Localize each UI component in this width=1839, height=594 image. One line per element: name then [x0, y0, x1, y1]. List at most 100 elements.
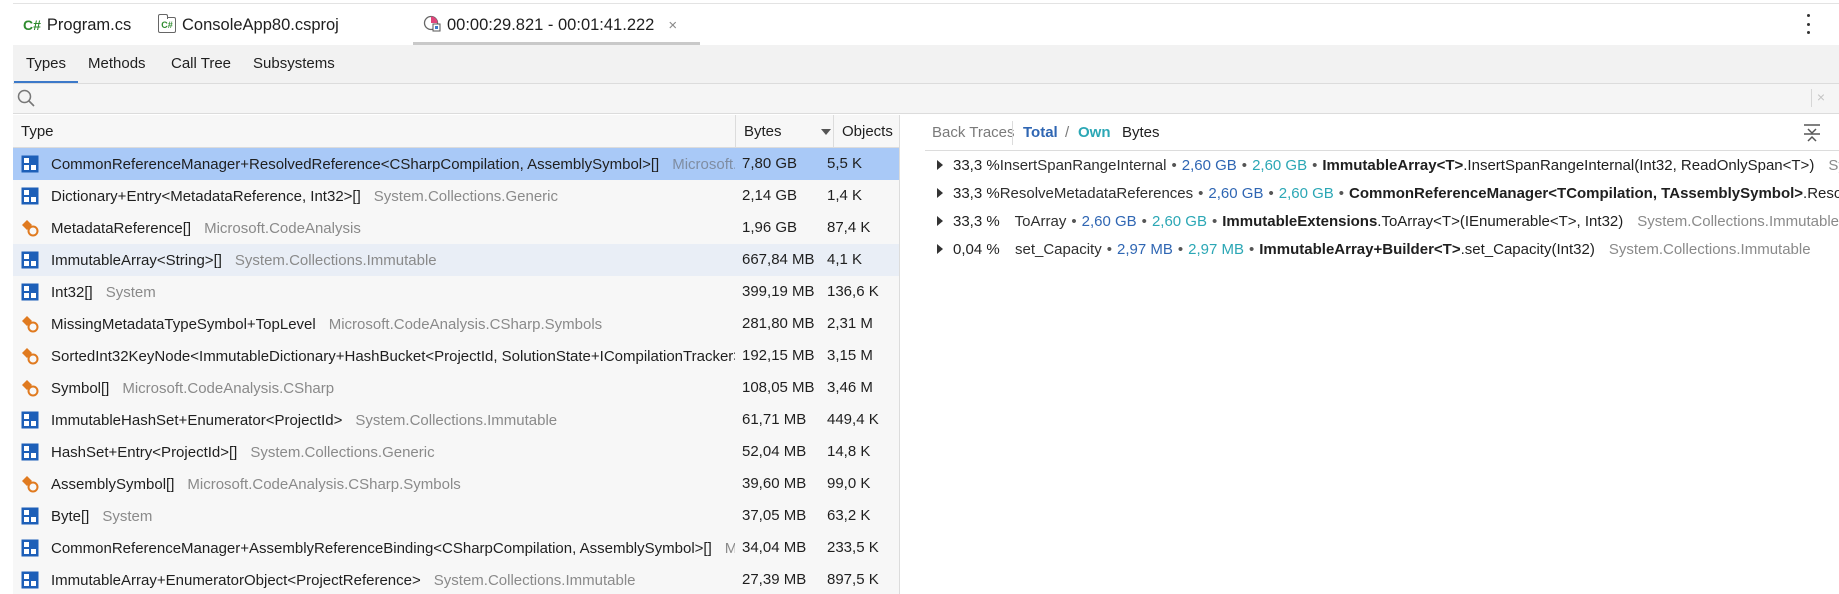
trace-class: ImmutableArray<T>: [1322, 156, 1464, 174]
table-row[interactable]: ImmutableArray+EnumeratorObject<ProjectR…: [13, 564, 899, 594]
type-namespace: System.Collections.Generic: [373, 187, 558, 205]
expand-arrow-icon[interactable]: [937, 188, 943, 198]
class-icon: [21, 411, 39, 429]
bytes-cell: 52,04 MB: [742, 443, 807, 460]
objects-cell: 14,8 K: [827, 443, 871, 460]
trace-class: ImmutableArray+Builder<T>: [1259, 240, 1461, 258]
expand-arrow-icon[interactable]: [937, 244, 943, 254]
tab-methods[interactable]: Methods: [88, 45, 146, 83]
bytes-cell: 34,04 MB: [742, 539, 807, 556]
class-icon: [21, 283, 39, 301]
type-cell: ImmutableHashSet+Enumerator<ProjectId> Sy…: [13, 404, 735, 436]
table-row[interactable]: CommonReferenceManager+AssemblyReference…: [13, 532, 899, 564]
back-trace-row[interactable]: 33,3 % ToArray • 2,60 GB • 2,60 GB • ImmutableE…: [925, 207, 1839, 235]
type-namespace: System: [102, 507, 153, 525]
bytes-cell: 192,15 MB: [742, 347, 815, 364]
search-input[interactable]: [43, 86, 1803, 112]
trace-total: 2,60 GB: [1181, 156, 1237, 174]
tab-call-tree[interactable]: Call Tree: [171, 45, 231, 83]
type-namespace: Microsoft.CodeAnalysis.CSharp.Symbols: [187, 475, 461, 493]
column-header-objects[interactable]: Objects: [833, 115, 899, 148]
objects-cell: 136,6 K: [827, 283, 879, 300]
table-row[interactable]: CommonReferenceManager+ResolvedReference…: [13, 148, 899, 180]
tab-types[interactable]: Types: [13, 45, 79, 83]
bytes-cell: 281,80 MB: [742, 315, 815, 332]
type-name: ImmutableArray+EnumeratorObject<ProjectR…: [51, 571, 421, 589]
table-row[interactable]: AssemblySymbol[] Microsoft.CodeAnalysis.C…: [13, 468, 899, 500]
bytes-cell: 39,60 MB: [742, 475, 807, 492]
type-name: AssemblySymbol[]: [51, 475, 175, 493]
table-row[interactable]: ImmutableHashSet+Enumerator<ProjectId> Sy…: [13, 404, 899, 436]
type-cell: ImmutableArray<String>[] System.Collectio…: [13, 244, 735, 276]
file-tab-snapshot[interactable]: 00:00:29.821 - 00:01:41.222 ×: [423, 4, 677, 46]
table-header: Type Bytes Objects: [13, 115, 899, 148]
type-name: ImmutableHashSet+Enumerator<ProjectId>: [51, 411, 343, 429]
more-options-icon[interactable]: [1805, 14, 1811, 34]
view-tab-bar: Types Methods Call Tree Subsystems: [13, 45, 1839, 83]
type-name: ImmutableArray<String>[]: [51, 251, 222, 269]
type-name: MissingMetadataTypeSymbol+TopLevel: [51, 315, 316, 333]
back-trace-row[interactable]: 33,3 % ResolveMetadataReferences • 2,60 GB •…: [925, 179, 1839, 207]
table-row[interactable]: Int32[] System 399,19 MB 136,6 K: [13, 276, 899, 308]
type-namespace: System.Collections.Immutable: [433, 571, 636, 589]
class-icon: [21, 155, 39, 173]
type-namespace: Microsoft.CodeAnalysis.CSharp: [122, 379, 335, 397]
type-namespace: System: [105, 283, 156, 301]
tab-subsystems[interactable]: Subsystems: [253, 45, 335, 83]
type-namespace: Microsoft.CodeAnalysis: [672, 155, 735, 173]
trace-own: 2,60 GB: [1252, 156, 1308, 174]
table-row[interactable]: Byte[] System 37,05 MB 63,2 K: [13, 500, 899, 532]
back-traces-label[interactable]: Back Traces: [932, 115, 1015, 151]
bytes-unit-selector[interactable]: Bytes: [1122, 115, 1160, 151]
type-namespace: System.Collections.Immutable: [234, 251, 437, 269]
separator-dot: •: [1141, 212, 1147, 230]
total-toggle[interactable]: Total: [1023, 115, 1058, 151]
table-row[interactable]: ImmutableArray<String>[] System.Collectio…: [13, 244, 899, 276]
search-icon: [17, 89, 35, 107]
separator-dot: •: [1249, 240, 1255, 258]
clear-search-icon[interactable]: ×: [1810, 89, 1825, 107]
back-trace-row[interactable]: 33,3 % InsertSpanRangeInternal • 2,60 GB • 2,…: [925, 151, 1839, 179]
collapse-all-icon[interactable]: [1803, 123, 1821, 143]
back-trace-row[interactable]: 0,04 % set_Capacity • 2,97 MB • 2,97 MB • Immut…: [925, 235, 1839, 263]
type-cell: Symbol[] Microsoft.CodeAnalysis.CSharp: [13, 372, 735, 404]
close-icon[interactable]: ×: [668, 17, 677, 34]
type-name: Dictionary+Entry<MetadataReference, Int3…: [51, 187, 361, 205]
types-table: Type Bytes Objects CommonReferenceManage…: [13, 115, 900, 594]
trace-percent: 0,04 %: [953, 240, 1000, 258]
bytes-cell: 61,71 MB: [742, 411, 807, 428]
column-header-bytes[interactable]: Bytes: [735, 115, 833, 148]
bytes-cell: 27,39 MB: [742, 571, 807, 588]
own-toggle[interactable]: Own: [1078, 115, 1111, 151]
abstract-class-icon: [21, 219, 39, 237]
table-row[interactable]: MetadataReference[] Microsoft.CodeAnalysi…: [13, 212, 899, 244]
separator-dot: •: [1106, 240, 1112, 258]
trace-own: 2,60 GB: [1278, 184, 1334, 202]
file-tab-csproj[interactable]: C# ConsoleApp80.csproj: [158, 4, 339, 46]
expand-arrow-icon[interactable]: [937, 160, 943, 170]
file-tab-program-cs[interactable]: C# Program.cs: [23, 4, 131, 46]
type-name: SortedInt32KeyNode<ImmutableDictionary+H…: [51, 347, 735, 365]
bytes-cell: 2,14 GB: [742, 187, 798, 204]
table-row[interactable]: SortedInt32KeyNode<ImmutableDictionary+H…: [13, 340, 899, 372]
type-name: Int32[]: [51, 283, 93, 301]
type-cell: CommonReferenceManager+ResolvedReference…: [13, 148, 735, 180]
table-row[interactable]: Symbol[] Microsoft.CodeAnalysis.CSharp 108…: [13, 372, 899, 404]
table-row[interactable]: HashSet+Entry<ProjectId>[] System.Collect…: [13, 436, 899, 468]
class-icon: [21, 571, 39, 589]
objects-cell: 63,2 K: [827, 507, 871, 524]
trace-call: .InsertSpanRangeInternal(Int32, ReadOnly…: [1463, 156, 1815, 174]
table-row[interactable]: MissingMetadataTypeSymbol+TopLevel Micros…: [13, 308, 899, 340]
table-row[interactable]: Dictionary+Entry<MetadataReference, Int3…: [13, 180, 899, 212]
sort-descending-icon[interactable]: [821, 129, 831, 135]
bytes-cell: 399,19 MB: [742, 283, 815, 300]
class-icon: [21, 443, 39, 461]
expand-arrow-icon[interactable]: [937, 216, 943, 226]
separator-dot: •: [1312, 156, 1318, 174]
column-header-type[interactable]: Type: [13, 115, 735, 148]
csharp-file-icon: C#: [23, 17, 41, 33]
bytes-cell: 667,84 MB: [742, 251, 815, 268]
trace-percent: 33,3 %: [953, 212, 1000, 230]
abstract-class-icon: [21, 475, 39, 493]
trace-namespace: System.Collections.Immutable: [1828, 156, 1839, 174]
